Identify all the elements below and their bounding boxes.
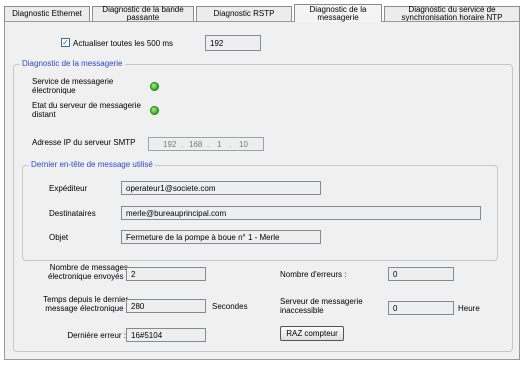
ip-dot: . (181, 140, 184, 149)
tab-messaging-diagnostic[interactable]: Diagnostic de la messagerie (294, 4, 382, 22)
remote-server-label: Etat du serveur de messagerie distant (32, 101, 141, 119)
time-since-last-field: 280 (126, 299, 206, 313)
last-error-label: Dernière erreur : (67, 331, 126, 340)
smtp-ip-label: Adresse IP du serveur SMTP (32, 138, 136, 147)
smtp-ip-octet-4: 10 (239, 140, 248, 149)
smtp-ip-octet-3: 1 (217, 140, 222, 149)
refresh-counter-field: 192 (205, 35, 261, 51)
recipients-field: merle@bureauprincipal.com (121, 206, 481, 220)
tab-ethernet-diagnostic[interactable]: Diagnostic Ethernet (4, 6, 90, 21)
last-header-group: Dernier en-tête de message utilisé Expéd… (22, 160, 498, 261)
tab-bandwidth-diagnostic[interactable]: Diagnostic de la bande passante (92, 6, 194, 22)
smtp-ip-octet-1: 192 (163, 140, 177, 149)
refresh-label: Actualiser toutes les 500 ms (73, 39, 174, 48)
sent-count-label: Nombre de messages électronique envoyés … (47, 263, 128, 281)
time-unit-label: Secondes (212, 302, 248, 311)
last-error-field: 16#5104 (126, 328, 206, 342)
server-unreachable-label: Serveur de messagerie inaccessible (280, 297, 363, 315)
ip-dot: . (229, 140, 232, 149)
recipients-label: Destinataires (49, 209, 96, 218)
smtp-ip-field: 192 . 168 . 1 . 10 (148, 137, 264, 151)
smtp-ip-octet-2: 168 (189, 140, 203, 149)
sender-field: operateur1@societe.com (121, 181, 321, 195)
ip-dot: . (207, 140, 210, 149)
reset-counter-button[interactable]: RAZ compteur (280, 326, 344, 341)
error-count-label: Nombre d'erreurs : (280, 270, 347, 279)
messaging-group-title: Diagnostic de la messagerie (20, 59, 125, 68)
time-since-last-label: Temps depuis le dernier message électron… (43, 295, 128, 313)
email-service-status-icon (150, 82, 159, 91)
error-count-field: 0 (388, 267, 454, 281)
last-header-group-title: Dernier en-tête de message utilisé (29, 160, 155, 169)
hour-unit-label: Heure (458, 304, 480, 313)
tab-ntp-diagnostic[interactable]: Diagnostic du service de synchronisation… (384, 6, 520, 22)
sender-label: Expéditeur (49, 184, 88, 193)
messaging-diagnostic-group: Diagnostic de la messagerie Service de m… (13, 59, 513, 352)
messaging-diagnostic-panel: ✓ Actualiser toutes les 500 ms 192 Diagn… (4, 21, 520, 360)
server-unreachable-field: 0 (388, 301, 454, 315)
subject-label: Objet (49, 233, 69, 242)
sent-count-field: 2 (126, 267, 206, 281)
tab-rstp-diagnostic[interactable]: Diagnostic RSTP (196, 6, 292, 21)
remote-server-status-icon (150, 106, 159, 115)
email-service-label: Service de messagerie électronique (32, 77, 114, 95)
subject-field: Fermeture de la pompe à boue n° 1 - Merl… (121, 230, 321, 244)
refresh-checkbox[interactable]: ✓ (61, 38, 70, 47)
tab-bar: Diagnostic Ethernet Diagnostic de la ban… (2, 4, 524, 22)
